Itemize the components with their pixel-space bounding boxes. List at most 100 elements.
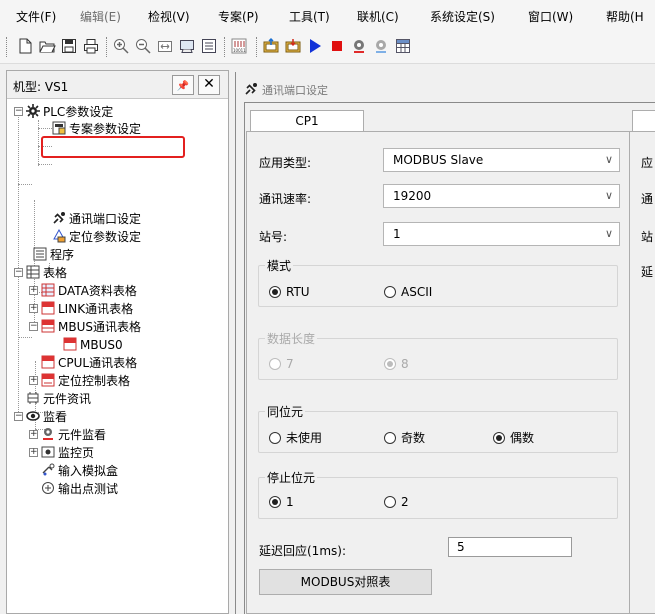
stop-bit-1-radio[interactable]: 1 (269, 495, 294, 509)
tab-cp2[interactable] (632, 110, 655, 132)
menu-view[interactable]: 检视(V) (148, 8, 190, 25)
right-col-label-3: 站 (641, 230, 654, 244)
gear-icon (26, 104, 40, 118)
tree-item-tables[interactable]: 表格 (26, 265, 67, 281)
modbus-map-button[interactable]: MODBUS对照表 (259, 569, 432, 595)
station-select[interactable]: 1 ∨ (383, 222, 620, 246)
window-title: 通讯端口设定 (262, 84, 328, 97)
radio-unchecked-icon (384, 496, 396, 508)
comm-port-icon (53, 212, 65, 224)
baud-rate-select[interactable]: 19200 ∨ (383, 184, 620, 208)
expand-toggle[interactable]: + (29, 304, 38, 313)
mode-rtu-radio[interactable]: RTU (269, 285, 310, 299)
expand-toggle[interactable]: + (29, 430, 38, 439)
print-icon[interactable] (82, 37, 100, 55)
monitor-icon[interactable] (178, 37, 196, 55)
radio-unchecked-icon (269, 432, 281, 444)
chevron-down-icon: ∨ (604, 153, 613, 166)
menu-edit[interactable]: 编辑(E) (80, 8, 121, 25)
position-settings-icon (53, 229, 66, 243)
tree-item-position-table[interactable]: 定位控制表格 (41, 373, 130, 389)
device-info-icon (27, 392, 39, 404)
binary-icon[interactable]: 10011 (230, 37, 248, 55)
data-length-7-radio[interactable]: 7 (269, 357, 294, 371)
tree-item-comm-port-settings[interactable]: 通讯端口设定 (52, 211, 141, 227)
output-test-icon (42, 482, 54, 494)
delay-label: 延迟回应(1ms): (259, 544, 346, 558)
project-tree-panel: 机型: VS1 📌 ✕ − PLC参数设定 专案参数设定 通讯端口设定 定位参数… (6, 70, 229, 614)
comm-port-settings-window: 通讯端口设定 CP1 应用类型: MODBUS Slave ∨ 通讯速率: 19… (235, 72, 655, 614)
menu-connect[interactable]: 联机(C) (357, 8, 399, 25)
collapse-toggle[interactable]: − (14, 107, 23, 116)
monitor-page-icon (41, 446, 55, 458)
pin-button[interactable]: 📌 (172, 75, 194, 95)
pin-icon: 📌 (176, 81, 190, 92)
column-divider (629, 131, 630, 614)
run-icon[interactable] (306, 37, 324, 55)
data-length-8-radio[interactable]: 8 (384, 357, 409, 371)
new-file-icon[interactable] (16, 37, 34, 55)
expand-toggle[interactable]: + (29, 448, 38, 457)
data-length-group-title: 数据长度 (265, 330, 318, 347)
eye-icon (26, 411, 40, 421)
tree-item-position-params[interactable]: 定位参数设定 (52, 229, 141, 245)
fit-icon[interactable] (156, 37, 174, 55)
tree-item-mbus-table[interactable]: MBUS通讯表格 (41, 319, 141, 335)
mode-ascii-radio[interactable]: ASCII (384, 285, 432, 299)
table-icon[interactable] (394, 37, 412, 55)
open-folder-icon[interactable] (38, 37, 56, 55)
tree-item-data-table[interactable]: DATA资料表格 (41, 283, 137, 299)
monitor-off-icon[interactable] (372, 37, 390, 55)
expand-toggle[interactable]: + (29, 286, 38, 295)
selection-highlight (41, 136, 185, 158)
upload-icon[interactable] (262, 37, 280, 55)
mbus-sheet-icon (63, 337, 77, 351)
parity-none-radio[interactable]: 未使用 (269, 429, 322, 446)
menu-window[interactable]: 窗口(W) (528, 8, 573, 25)
tree-item-device-info[interactable]: 元件资讯 (26, 391, 91, 407)
svg-text:10011: 10011 (233, 48, 246, 53)
tree-item-mbus0[interactable]: MBUS0 (63, 337, 123, 353)
expand-toggle[interactable]: + (29, 376, 38, 385)
menu-help[interactable]: 帮助(H (606, 8, 644, 25)
right-col-label-4: 延 (641, 265, 654, 279)
delay-input[interactable]: 5 (448, 537, 572, 557)
tree-item-plc-params[interactable]: PLC参数设定 (26, 104, 113, 120)
zoom-in-icon[interactable] (112, 37, 130, 55)
menu-bar: 文件(F) 编辑(E) 检视(V) 专案(P) 工具(T) 联机(C) 系统设定… (0, 0, 655, 30)
app-type-select[interactable]: MODBUS Slave ∨ (383, 148, 620, 172)
tree-item-monitor-page[interactable]: 监控页 (41, 445, 94, 461)
tab-cp1[interactable]: CP1 (250, 110, 364, 132)
tree-item-input-simulator[interactable]: 输入模拟盒 (41, 463, 118, 479)
tree-item-link-table[interactable]: LINK通讯表格 (41, 301, 133, 317)
tree-item-cpul-table[interactable]: CPUL通讯表格 (41, 355, 137, 371)
collapse-toggle[interactable]: − (29, 322, 38, 331)
tree-item-device-monitor[interactable]: 元件监看 (41, 427, 106, 443)
radio-checked-icon (269, 496, 281, 508)
menu-file[interactable]: 文件(F) (16, 8, 56, 25)
parity-odd-radio[interactable]: 奇数 (384, 429, 425, 446)
list-icon[interactable] (200, 37, 218, 55)
parity-group-title: 同位元 (265, 403, 306, 420)
save-icon[interactable] (60, 37, 78, 55)
menu-project[interactable]: 专案(P) (218, 8, 259, 25)
position-table-icon (41, 373, 55, 387)
stop-icon[interactable] (328, 37, 346, 55)
menu-system-settings[interactable]: 系统设定(S) (430, 8, 495, 25)
tree-item-project-params[interactable]: 专案参数设定 (52, 121, 141, 137)
menu-tools[interactable]: 工具(T) (289, 8, 330, 25)
baud-rate-label: 通讯速率: (259, 192, 312, 206)
monitor-on-icon[interactable] (350, 37, 368, 55)
zoom-out-icon[interactable] (134, 37, 152, 55)
tree-item-output-test[interactable]: 输出点测试 (41, 481, 118, 497)
data-table-icon (41, 283, 55, 297)
parity-even-radio[interactable]: 偶数 (493, 429, 534, 446)
collapse-toggle[interactable]: − (14, 412, 23, 421)
collapse-toggle[interactable]: − (14, 268, 23, 277)
tree-item-program[interactable]: 程序 (33, 247, 74, 263)
tree-item-monitor[interactable]: 监看 (26, 409, 67, 425)
close-panel-button[interactable]: ✕ (198, 75, 220, 95)
download-icon[interactable] (284, 37, 302, 55)
station-label: 站号: (259, 230, 288, 244)
stop-bit-2-radio[interactable]: 2 (384, 495, 409, 509)
